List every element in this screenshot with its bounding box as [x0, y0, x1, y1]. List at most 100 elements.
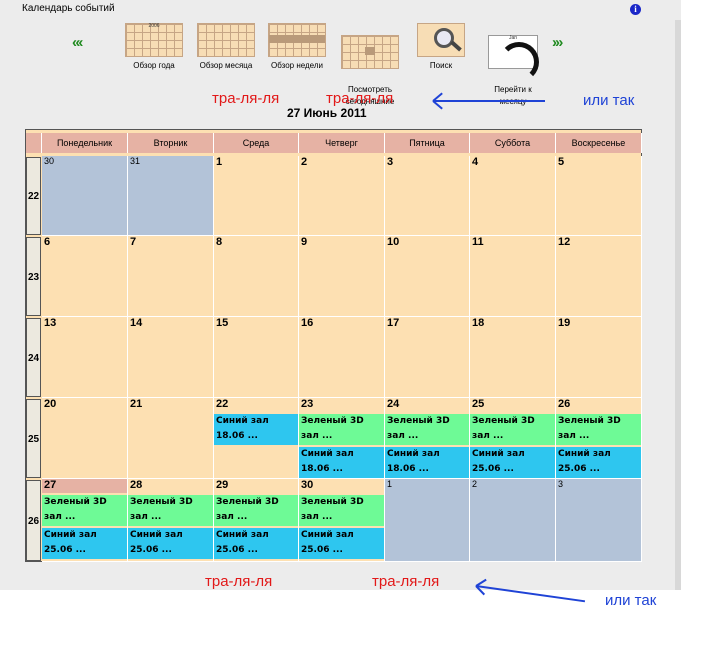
- day-number[interactable]: 26: [556, 398, 641, 412]
- day-cell[interactable]: 19: [556, 317, 642, 398]
- day-number[interactable]: 21: [128, 398, 213, 412]
- day-number[interactable]: 17: [385, 317, 469, 331]
- day-cell[interactable]: 4: [470, 156, 556, 236]
- week-number[interactable]: 26: [26, 480, 41, 561]
- day-number[interactable]: 9: [299, 236, 384, 250]
- event-item[interactable]: Зеленый 3D зал ...: [214, 495, 298, 526]
- day-cell[interactable]: 30 Зеленый 3D зал ... Синий зал 25.06 ...: [299, 479, 385, 562]
- day-number[interactable]: 31: [128, 156, 213, 170]
- day-cell[interactable]: 16: [299, 317, 385, 398]
- day-cell[interactable]: 31: [128, 156, 214, 236]
- day-cell[interactable]: 2: [470, 479, 556, 562]
- day-cell[interactable]: 10: [385, 236, 470, 317]
- day-cell[interactable]: 14: [128, 317, 214, 398]
- day-cell[interactable]: 3: [556, 479, 642, 562]
- year-view-button[interactable]: 2006 Обзор года: [123, 23, 185, 72]
- event-item[interactable]: Синий зал 25.06 ...: [42, 528, 127, 559]
- day-number[interactable]: 3: [385, 156, 469, 170]
- event-item[interactable]: Зеленый 3D зал ...: [556, 414, 641, 445]
- event-item[interactable]: Синий зал 25.06 ...: [299, 528, 384, 559]
- day-number[interactable]: 1: [214, 156, 298, 170]
- event-item[interactable]: Синий зал 25.06 ...: [214, 528, 298, 559]
- day-cell[interactable]: 18: [470, 317, 556, 398]
- event-item[interactable]: Синий зал 25.06 ...: [470, 447, 555, 478]
- day-number[interactable]: 12: [556, 236, 641, 250]
- day-number[interactable]: 29: [214, 479, 298, 493]
- day-cell[interactable]: 11: [470, 236, 556, 317]
- day-number[interactable]: 11: [470, 236, 555, 250]
- day-number[interactable]: 10: [385, 236, 469, 250]
- day-number[interactable]: 27: [42, 479, 127, 493]
- day-cell[interactable]: 25 Зеленый 3D зал ... Синий зал 25.06 ...: [470, 398, 556, 479]
- week-view-button[interactable]: Обзор недели: [265, 23, 329, 72]
- day-number[interactable]: 20: [42, 398, 127, 412]
- day-cell[interactable]: 26 Зеленый 3D зал ... Синий зал 25.06 ...: [556, 398, 642, 479]
- event-item[interactable]: Зеленый 3D зал ...: [385, 414, 469, 445]
- day-number[interactable]: 8: [214, 236, 298, 250]
- day-number[interactable]: 7: [128, 236, 213, 250]
- day-number[interactable]: 19: [556, 317, 641, 331]
- event-item[interactable]: Синий зал 18.06 ...: [385, 447, 469, 478]
- goto-month-button[interactable]: Jan Перейти к месяцу: [480, 23, 546, 120]
- day-cell[interactable]: 7: [128, 236, 214, 317]
- prev-period-icon[interactable]: «‹: [72, 34, 83, 51]
- day-cell[interactable]: 24 Зеленый 3D зал ... Синий зал 18.06 ...: [385, 398, 470, 479]
- day-number[interactable]: 1: [385, 479, 469, 493]
- day-number[interactable]: 16: [299, 317, 384, 331]
- day-number[interactable]: 2: [299, 156, 384, 170]
- day-number[interactable]: 6: [42, 236, 127, 250]
- event-item[interactable]: Синий зал 18.06 ...: [214, 414, 298, 445]
- day-number[interactable]: 13: [42, 317, 127, 331]
- day-cell[interactable]: 8: [214, 236, 299, 317]
- day-number[interactable]: 23: [299, 398, 384, 412]
- event-item[interactable]: Зеленый 3D зал ...: [470, 414, 555, 445]
- day-number[interactable]: 22: [214, 398, 298, 412]
- day-cell[interactable]: 22 Синий зал 18.06 ...: [214, 398, 299, 479]
- event-item[interactable]: Зеленый 3D зал ...: [299, 495, 384, 526]
- day-cell[interactable]: 3: [385, 156, 470, 236]
- event-item[interactable]: Синий зал 25.06 ...: [128, 528, 213, 559]
- day-cell[interactable]: 30: [42, 156, 128, 236]
- day-cell[interactable]: 28 Зеленый 3D зал ... Синий зал 25.06 ...: [128, 479, 214, 562]
- info-icon[interactable]: i: [630, 4, 641, 15]
- next-period-icon[interactable]: ›»: [552, 34, 563, 51]
- event-item[interactable]: Синий зал 25.06 ...: [556, 447, 641, 478]
- scrollbar[interactable]: [675, 20, 681, 590]
- day-number[interactable]: 18: [470, 317, 555, 331]
- day-cell[interactable]: 17: [385, 317, 470, 398]
- day-number[interactable]: 3: [556, 479, 641, 493]
- day-number[interactable]: 30: [42, 156, 127, 170]
- day-number[interactable]: 24: [385, 398, 469, 412]
- day-number[interactable]: 15: [214, 317, 298, 331]
- day-number[interactable]: 2: [470, 479, 555, 493]
- event-item[interactable]: Зеленый 3D зал ...: [42, 495, 127, 526]
- event-item[interactable]: Зеленый 3D зал ...: [299, 414, 384, 445]
- day-cell[interactable]: 27 Зеленый 3D зал ... Синий зал 25.06 ...: [42, 479, 128, 562]
- day-number[interactable]: 14: [128, 317, 213, 331]
- day-cell[interactable]: 2: [299, 156, 385, 236]
- day-cell[interactable]: 6: [42, 236, 128, 317]
- day-number[interactable]: 4: [470, 156, 555, 170]
- week-number[interactable]: 25: [26, 399, 41, 478]
- day-number[interactable]: 25: [470, 398, 555, 412]
- event-item[interactable]: Зеленый 3D зал ...: [128, 495, 213, 526]
- day-cell[interactable]: 20: [42, 398, 128, 479]
- event-item[interactable]: Синий зал 18.06 ...: [299, 447, 384, 478]
- day-cell[interactable]: 29 Зеленый 3D зал ... Синий зал 25.06 ...: [214, 479, 299, 562]
- week-number[interactable]: 22: [26, 157, 41, 235]
- week-number[interactable]: 24: [26, 318, 41, 397]
- day-cell[interactable]: 12: [556, 236, 642, 317]
- day-number[interactable]: 5: [556, 156, 641, 170]
- day-number[interactable]: 28: [128, 479, 213, 493]
- week-number[interactable]: 23: [26, 237, 41, 316]
- day-cell[interactable]: 5: [556, 156, 642, 236]
- month-view-button[interactable]: Обзор месяца: [193, 23, 259, 72]
- day-cell[interactable]: 13: [42, 317, 128, 398]
- day-cell[interactable]: 1: [214, 156, 299, 236]
- day-cell[interactable]: 1: [385, 479, 470, 562]
- day-cell[interactable]: 23 Зеленый 3D зал ... Синий зал 18.06 ...: [299, 398, 385, 479]
- day-cell[interactable]: 15: [214, 317, 299, 398]
- day-number[interactable]: 30: [299, 479, 384, 493]
- day-cell[interactable]: 9: [299, 236, 385, 317]
- day-cell[interactable]: 21: [128, 398, 214, 479]
